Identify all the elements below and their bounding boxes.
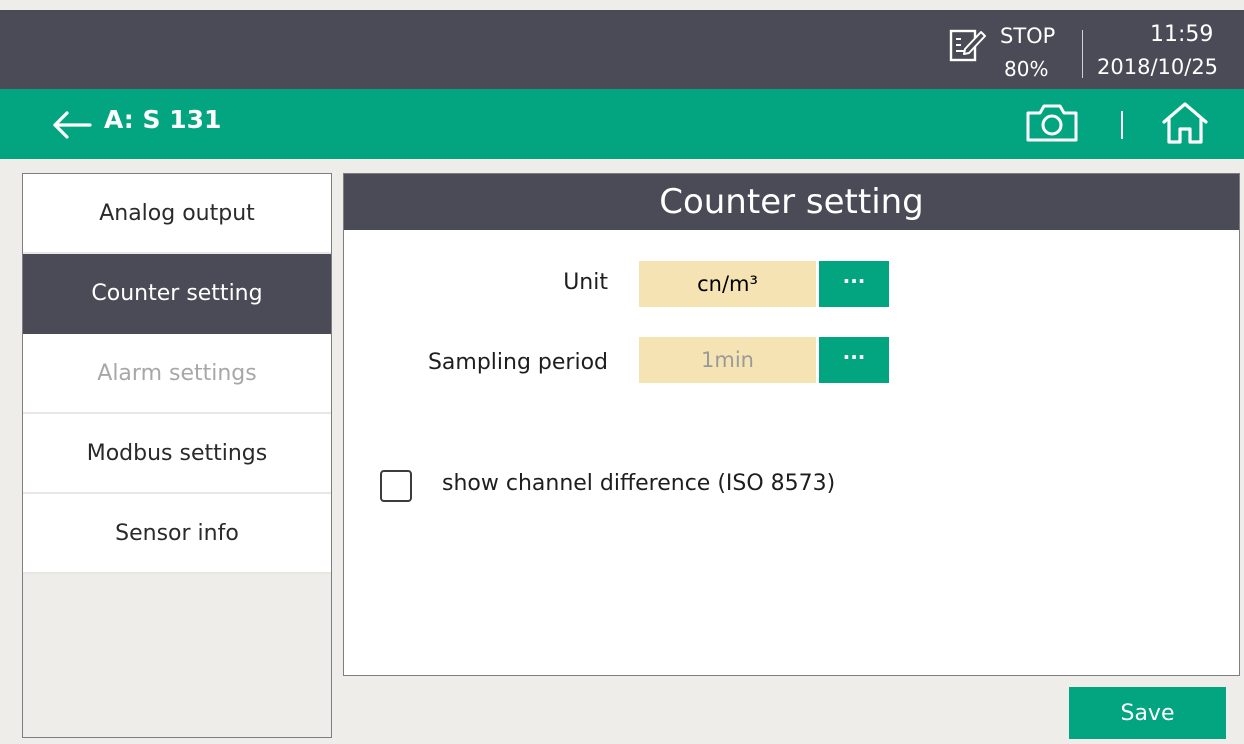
home-icon[interactable] bbox=[1159, 101, 1211, 145]
battery-level: 80% bbox=[1004, 57, 1049, 81]
status-bar: STOP 80% 11:59 2018/10/25 bbox=[0, 10, 1244, 89]
sampling-period-label: Sampling period bbox=[427, 350, 608, 375]
menu-item-counter-setting[interactable]: Counter setting bbox=[23, 254, 331, 334]
screen: STOP 80% 11:59 2018/10/25 A: S 131 Analo… bbox=[0, 0, 1244, 744]
save-button[interactable]: Save bbox=[1069, 687, 1226, 739]
unit-value-field[interactable]: cn/m³ bbox=[639, 261, 816, 307]
menu-item-alarm-settings: Alarm settings bbox=[23, 334, 331, 414]
recording-state: STOP bbox=[1000, 24, 1056, 48]
clock-time: 11:59 bbox=[1150, 22, 1214, 47]
device-title: A: S 131 bbox=[104, 105, 222, 134]
unit-select-button[interactable]: ··· bbox=[819, 261, 889, 307]
settings-panel: Counter setting Unit cn/m³ ··· Sampling … bbox=[343, 173, 1240, 676]
menu-item-analog-output[interactable]: Analog output bbox=[23, 174, 331, 254]
title-divider bbox=[1121, 111, 1123, 139]
menu-item-modbus-settings[interactable]: Modbus settings bbox=[23, 414, 331, 494]
sampling-period-select-button[interactable]: ··· bbox=[819, 337, 889, 383]
camera-icon[interactable] bbox=[1024, 103, 1080, 143]
channel-difference-label[interactable]: show channel difference (ISO 8573) bbox=[442, 471, 835, 496]
sampling-period-value-field[interactable]: 1min bbox=[639, 337, 816, 383]
clock-date: 2018/10/25 bbox=[1097, 55, 1219, 79]
side-menu: Analog output Counter setting Alarm sett… bbox=[22, 173, 332, 738]
document-edit-icon bbox=[949, 29, 986, 62]
panel-title: Counter setting bbox=[344, 174, 1239, 230]
unit-label: Unit bbox=[563, 270, 608, 295]
channel-difference-checkbox[interactable] bbox=[380, 470, 412, 502]
status-divider bbox=[1082, 30, 1083, 78]
menu-item-sensor-info[interactable]: Sensor info bbox=[23, 494, 331, 574]
back-arrow-icon[interactable] bbox=[52, 111, 92, 139]
title-bar: A: S 131 bbox=[0, 89, 1244, 159]
